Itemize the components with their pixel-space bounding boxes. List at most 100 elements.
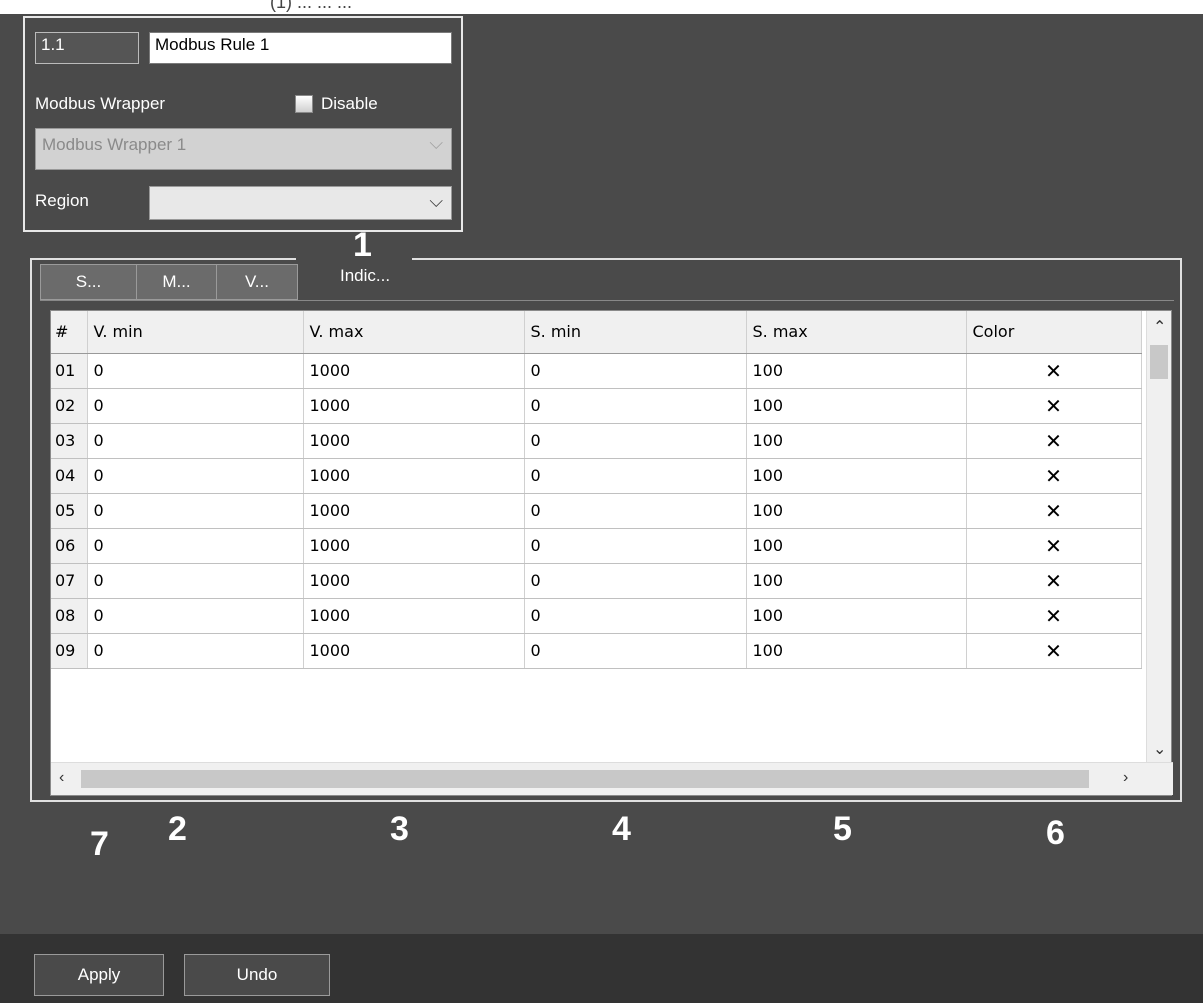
scroll-left-icon[interactable]: ‹ [59,769,64,787]
table-row[interactable]: 02 0 1000 0 100 ✕ [51,388,1142,424]
row-number[interactable]: 01 [51,353,88,389]
callout-4: 4 [612,810,631,848]
scroll-down-icon[interactable]: ⌄ [1153,739,1166,759]
tab-s[interactable]: S... [41,265,137,299]
col-header-smin[interactable]: S. min [524,311,747,354]
color-cell[interactable]: ✕ [966,493,1142,529]
table-row[interactable]: 03 0 1000 0 100 ✕ [51,423,1142,459]
col-header-vmin[interactable]: V. min [87,311,304,354]
disable-label: Disable [321,94,378,113]
vmax-cell[interactable]: 1000 [303,633,525,669]
color-cell[interactable]: ✕ [966,458,1142,494]
smin-cell[interactable]: 0 [524,423,747,459]
vmax-cell[interactable]: 1000 [303,563,525,599]
row-number[interactable]: 07 [51,563,88,599]
color-cell[interactable]: ✕ [966,353,1142,389]
table-row[interactable]: 07 0 1000 0 100 ✕ [51,563,1142,599]
vmin-cell[interactable]: 0 [87,563,304,599]
row-number[interactable]: 05 [51,493,88,529]
callout-7: 7 [90,825,109,863]
color-cell[interactable]: ✕ [966,423,1142,459]
modbus-wrapper-select: Modbus Wrapper 1 ⌵ [35,128,452,170]
scroll-up-icon[interactable]: ⌃ [1153,317,1166,337]
vmax-cell[interactable]: 1000 [303,528,525,564]
vmin-cell[interactable]: 0 [87,458,304,494]
vmax-cell[interactable]: 1000 [303,353,525,389]
smin-cell[interactable]: 0 [524,633,747,669]
modbus-wrapper-label: Modbus Wrapper [35,94,166,113]
region-label: Region [35,191,89,210]
smin-cell[interactable]: 0 [524,493,747,529]
vmin-cell[interactable]: 0 [87,493,304,529]
color-cell[interactable]: ✕ [966,528,1142,564]
smin-cell[interactable]: 0 [524,353,747,389]
vertical-scroll-thumb[interactable] [1150,345,1168,379]
color-cell[interactable]: ✕ [966,388,1142,424]
rule-id-field[interactable]: 1.1 [35,32,139,64]
vmin-cell[interactable]: 0 [87,528,304,564]
smin-cell[interactable]: 0 [524,563,747,599]
color-cell[interactable]: ✕ [966,598,1142,634]
table-row[interactable]: 06 0 1000 0 100 ✕ [51,528,1142,564]
row-number[interactable]: 04 [51,458,88,494]
smax-cell[interactable]: 100 [746,563,967,599]
caption-fragment: (1) ... ... ... [270,0,353,12]
horizontal-scrollbar[interactable]: ‹ › [51,762,1173,795]
smax-cell[interactable]: 100 [746,493,967,529]
vmax-cell[interactable]: 1000 [303,458,525,494]
vmin-cell[interactable]: 0 [87,353,304,389]
row-number[interactable]: 03 [51,423,88,459]
color-cell[interactable]: ✕ [966,563,1142,599]
vmax-cell[interactable]: 1000 [303,388,525,424]
scroll-right-icon[interactable]: › [1123,769,1128,787]
horizontal-scroll-thumb[interactable] [81,770,1089,788]
smax-cell[interactable]: 100 [746,458,967,494]
vmax-cell[interactable]: 1000 [303,493,525,529]
smin-cell[interactable]: 0 [524,388,747,424]
tab-m[interactable]: M... [137,265,217,299]
smin-cell[interactable]: 0 [524,598,747,634]
caption-strip: (1) ... ... ... [0,0,1203,14]
tab-bar: S... M... V... [40,264,298,300]
col-header-color[interactable]: Color [966,311,1142,354]
vmin-cell[interactable]: 0 [87,388,304,424]
table-row[interactable]: 08 0 1000 0 100 ✕ [51,598,1142,634]
callout-6: 6 [1046,814,1065,852]
smax-cell[interactable]: 100 [746,528,967,564]
smax-cell[interactable]: 100 [746,633,967,669]
tab-v[interactable]: V... [217,265,297,299]
row-number[interactable]: 08 [51,598,88,634]
table-row[interactable]: 04 0 1000 0 100 ✕ [51,458,1142,494]
table-row[interactable]: 01 0 1000 0 100 ✕ [51,353,1142,389]
row-number[interactable]: 06 [51,528,88,564]
range-table: # V. min V. max S. min S. max Color 01 0 1… [51,311,1142,669]
apply-button[interactable]: Apply [34,954,164,996]
tab-indicator[interactable]: Indic... [340,266,390,286]
col-header-smax[interactable]: S. max [746,311,967,354]
row-number[interactable]: 02 [51,388,88,424]
vertical-scrollbar[interactable]: ⌃ ⌄ [1146,311,1171,765]
color-cell[interactable]: ✕ [966,633,1142,669]
disable-checkbox[interactable] [295,95,313,113]
smin-cell[interactable]: 0 [524,528,747,564]
vmax-cell[interactable]: 1000 [303,423,525,459]
vmin-cell[interactable]: 0 [87,598,304,634]
smax-cell[interactable]: 100 [746,423,967,459]
smin-cell[interactable]: 0 [524,458,747,494]
callout-2: 2 [168,810,187,848]
rule-name-field[interactable]: Modbus Rule 1 [149,32,452,64]
vmin-cell[interactable]: 0 [87,423,304,459]
smax-cell[interactable]: 100 [746,598,967,634]
callout-1: 1 [353,226,372,264]
smax-cell[interactable]: 100 [746,388,967,424]
col-header-vmax[interactable]: V. max [303,311,525,354]
region-select[interactable]: ⌵ [149,186,452,220]
smax-cell[interactable]: 100 [746,353,967,389]
row-number[interactable]: 09 [51,633,88,669]
vmax-cell[interactable]: 1000 [303,598,525,634]
table-row[interactable]: 05 0 1000 0 100 ✕ [51,493,1142,529]
col-header-num[interactable]: # [51,311,88,354]
undo-button[interactable]: Undo [184,954,330,996]
table-row[interactable]: 09 0 1000 0 100 ✕ [51,633,1142,669]
vmin-cell[interactable]: 0 [87,633,304,669]
